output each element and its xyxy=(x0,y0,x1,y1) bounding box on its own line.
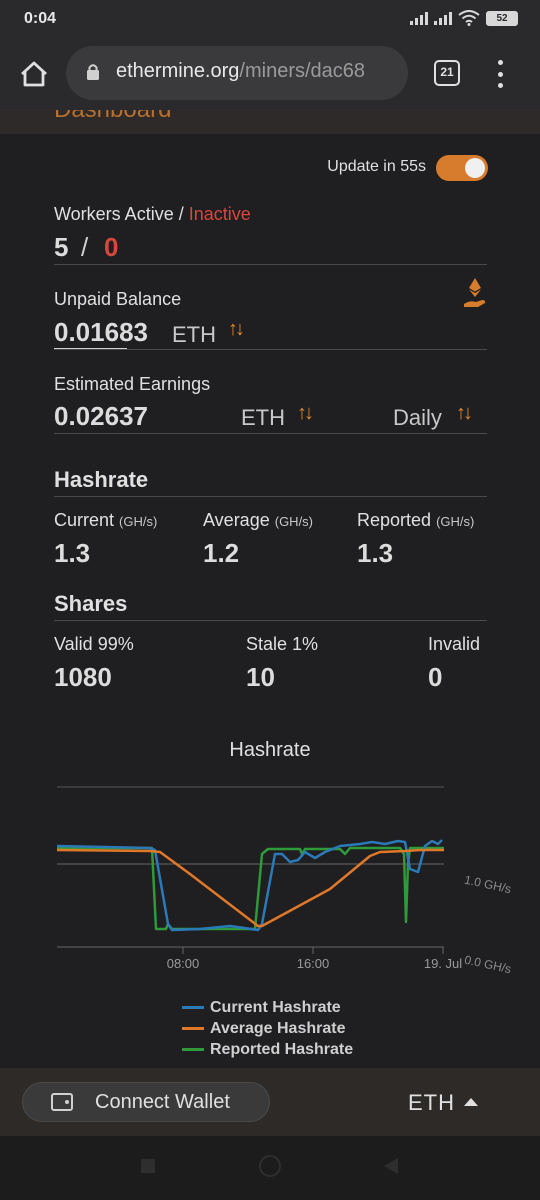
status-bar: 0:04 52 xyxy=(0,0,540,40)
withdraw-eth-icon[interactable] xyxy=(462,276,488,310)
divider xyxy=(54,264,487,265)
workers-separator: / xyxy=(173,204,189,224)
legend-current-swatch xyxy=(182,1006,204,1009)
earnings-period[interactable]: Daily xyxy=(393,405,442,431)
series-reported-line xyxy=(57,846,444,931)
chart-legend: Current Hashrate Average Hashrate Report… xyxy=(182,997,353,1060)
balance-unit: ETH xyxy=(172,322,216,347)
hashrate-current-label: Current (GH/s) xyxy=(54,510,158,530)
battery-icon: 52 xyxy=(486,10,518,26)
hashrate-chart: 08:00 16:00 19. Jul 0.0 GH/s 1.0 GH/s xyxy=(56,786,512,974)
shares-invalid-label: Invalid xyxy=(428,634,481,654)
shares-section-title: Shares xyxy=(54,591,128,616)
legend-average-label: Average Hashrate xyxy=(210,1019,346,1037)
connect-wallet-label: Connect Wallet xyxy=(95,1091,230,1113)
workers-label: Workers Active / Inactive xyxy=(54,204,251,225)
caret-up-icon[interactable] xyxy=(464,1098,478,1106)
update-countdown: Update in 55s xyxy=(327,158,426,175)
workers-inactive-count: 0 xyxy=(104,232,119,262)
hashrate-reported-value: 1.3 xyxy=(357,538,394,568)
lock-icon xyxy=(87,64,99,80)
browser-toolbar: ethermine.org/miners/dac68 21 xyxy=(0,40,540,110)
divider xyxy=(54,433,487,434)
swap-arrows-icon[interactable]: ↑↓ xyxy=(228,318,245,341)
recents-icon[interactable] xyxy=(141,1159,155,1173)
hashrate-reported-label: Reported (GH/s) xyxy=(357,510,475,530)
legend-average[interactable]: Average Hashrate xyxy=(182,1018,353,1039)
y-tick-0: 0.0 GH/s xyxy=(463,953,512,974)
estimated-earnings-label: Estimated Earnings xyxy=(54,374,211,394)
unpaid-balance-label: Unpaid Balance xyxy=(54,289,182,309)
page-title: Dashboard xyxy=(54,110,171,124)
home-icon[interactable] xyxy=(14,54,54,94)
address-bar[interactable]: ethermine.org/miners/dac68 xyxy=(66,46,408,100)
swap-period-arrows-icon[interactable]: ↑↓ xyxy=(456,402,473,425)
workers-active-count: 5 xyxy=(54,232,69,262)
legend-reported[interactable]: Reported Hashrate xyxy=(182,1039,353,1060)
estimated-earnings-value: 0.02637 xyxy=(54,401,148,431)
toggle-knob xyxy=(465,158,485,178)
status-time: 0:04 xyxy=(24,10,57,27)
earnings-unit: ETH xyxy=(241,405,285,430)
signal-icon-2 xyxy=(434,11,452,25)
swap-unit-arrows-icon[interactable]: ↑↓ xyxy=(297,402,314,425)
shares-stale-label: Stale 1% xyxy=(246,634,319,654)
signal-icon xyxy=(410,11,428,25)
currency-selector[interactable]: ETH xyxy=(408,1090,455,1116)
shares-invalid-value: 0 xyxy=(428,662,443,692)
shares-stale-value: 10 xyxy=(246,662,275,692)
shares-valid-value: 1080 xyxy=(54,662,112,692)
back-icon[interactable] xyxy=(384,1158,398,1174)
auto-update-toggle[interactable] xyxy=(436,155,488,181)
y-tick-1: 1.0 GH/s xyxy=(463,873,512,897)
series-average-line xyxy=(56,848,444,928)
x-tick-jul: 19. Jul xyxy=(424,956,462,971)
legend-reported-label: Reported Hashrate xyxy=(210,1040,354,1058)
chart-title: Hashrate xyxy=(229,739,311,761)
unpaid-balance-value: 0.01683 xyxy=(54,317,148,347)
more-menu-icon[interactable] xyxy=(494,60,506,88)
connect-wallet-button[interactable]: Connect Wallet xyxy=(22,1082,270,1122)
hashrate-average-value: 1.2 xyxy=(203,538,240,568)
divider xyxy=(54,620,487,621)
x-tick-08: 08:00 xyxy=(167,956,200,971)
legend-reported-swatch xyxy=(182,1048,204,1051)
divider xyxy=(54,349,487,350)
divider xyxy=(54,496,487,497)
tab-switcher-button[interactable]: 21 xyxy=(434,60,460,86)
series-current-line xyxy=(56,839,443,932)
url-text: ethermine.org/miners/dac68 xyxy=(116,60,366,82)
hashrate-average-label: Average (GH/s) xyxy=(203,510,314,530)
home-nav-icon[interactable] xyxy=(259,1155,281,1177)
bottom-bar: Connect Wallet ETH xyxy=(0,1068,540,1136)
workers-inactive-label: Inactive xyxy=(188,204,251,224)
legend-current-label: Current Hashrate xyxy=(210,998,341,1016)
hashrate-current-value: 1.3 xyxy=(54,538,91,568)
workers-active-label: Workers Active xyxy=(54,204,174,224)
workers-slash: / xyxy=(81,232,89,262)
legend-average-swatch xyxy=(182,1027,204,1030)
dashboard-content: Update in 55s Workers Active / Inactive … xyxy=(0,134,540,1068)
legend-current[interactable]: Current Hashrate xyxy=(182,997,353,1018)
x-tick-16: 16:00 xyxy=(297,956,330,971)
shares-valid-label: Valid 99% xyxy=(54,634,134,654)
wifi-icon xyxy=(458,10,480,26)
hashrate-section-title: Hashrate xyxy=(54,467,149,492)
system-nav-bar xyxy=(0,1136,540,1200)
page-header: Dashboard xyxy=(0,110,540,134)
wallet-icon xyxy=(51,1093,73,1111)
status-icons: 52 xyxy=(410,10,518,26)
